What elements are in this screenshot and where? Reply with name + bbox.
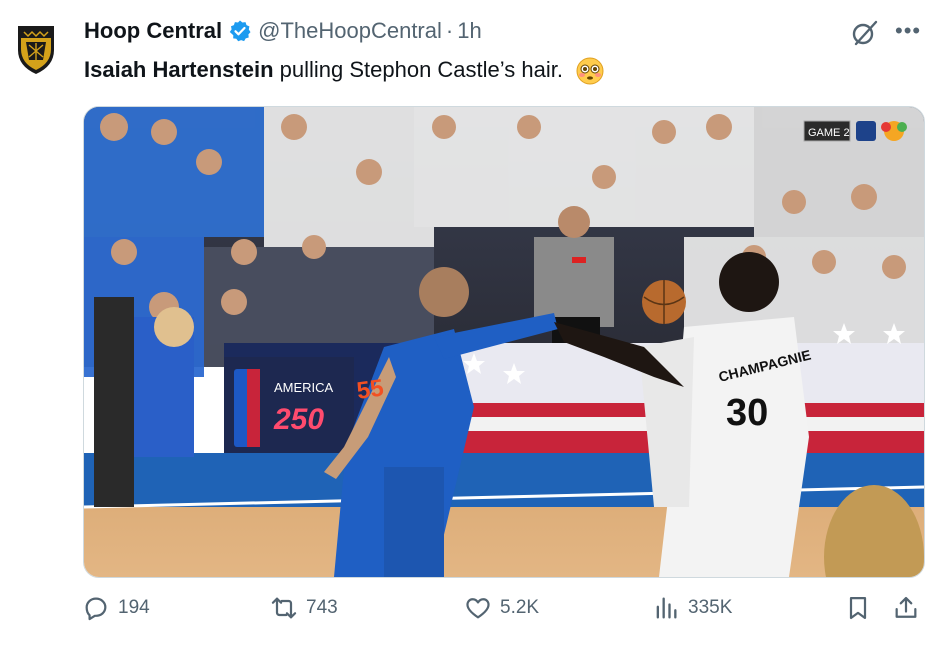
action-bar: 194 743 5.2K 335K	[0, 594, 940, 634]
like-button[interactable]: 5.2K	[464, 594, 539, 622]
overlay-badge: GAME 2	[808, 127, 850, 139]
video-still-image: AMERICA 250 55 CHAMPAGNIE 30 GAME 2	[84, 107, 924, 577]
repost-icon	[271, 597, 297, 619]
bookmark-icon	[849, 596, 867, 620]
views-icon	[656, 597, 677, 619]
jersey-front-number: 55	[355, 374, 385, 404]
crest-logo	[18, 26, 54, 74]
views-button[interactable]: 335K	[652, 594, 732, 622]
repost-button[interactable]: 743	[270, 594, 338, 622]
account-handle[interactable]: @TheHoopCentral	[258, 18, 442, 44]
account-avatar[interactable]	[14, 20, 58, 76]
banner-text: AMERICA	[274, 380, 334, 395]
flushed-face-emoji	[576, 57, 604, 85]
post-text-bold: Isaiah Hartenstein	[84, 56, 274, 82]
banner-number: 250	[273, 403, 324, 436]
like-count: 5.2K	[500, 597, 540, 618]
reply-button[interactable]: 194	[82, 594, 150, 622]
post-media[interactable]: AMERICA 250 55 CHAMPAGNIE 30 GAME 2	[83, 106, 925, 578]
post-header: Hoop Central @TheHoopCentral · 1h	[84, 18, 482, 44]
bookmark-button[interactable]	[844, 594, 880, 622]
grok-icon[interactable]	[850, 18, 880, 48]
more-options-icon[interactable]: •••	[895, 18, 921, 44]
post-text-rest: pulling Stephon Castle’s hair.	[273, 56, 563, 82]
views-count: 335K	[688, 597, 733, 618]
reply-icon	[85, 597, 107, 621]
separator-dot: ·	[445, 18, 454, 43]
jersey-back-number: 30	[726, 392, 768, 434]
share-icon	[895, 596, 917, 618]
post-time[interactable]: 1h	[457, 18, 481, 44]
reply-count: 194	[118, 597, 150, 618]
display-name[interactable]: Hoop Central	[84, 18, 222, 44]
like-icon	[466, 598, 490, 619]
share-button[interactable]	[892, 594, 928, 622]
post-text: Isaiah Hartenstein pulling Stephon Castl…	[84, 56, 605, 86]
verified-badge-icon	[229, 20, 251, 42]
repost-count: 743	[306, 597, 338, 618]
